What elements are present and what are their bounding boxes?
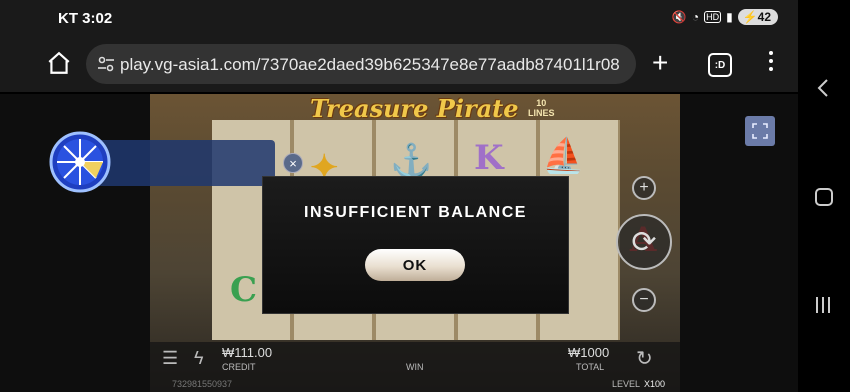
session-id: 732981550937	[172, 379, 233, 389]
home-nav-icon[interactable]	[815, 188, 833, 206]
total-label: TOTAL	[576, 362, 605, 372]
browser-toolbar: play.vg-asia1.com/7370ae2daed39b625347e8…	[0, 38, 798, 94]
phone-screen: KT 3:02 🔇 ◔ HD ▮ ⚡42 play.vg-asia1.com/7…	[0, 0, 798, 392]
win-label: WIN	[406, 362, 424, 372]
close-banner-icon[interactable]: ×	[283, 153, 303, 173]
mute-icon: 🔇	[671, 10, 687, 24]
k-symbol: K	[474, 138, 504, 178]
carrier-label: KT	[58, 10, 78, 27]
fullscreen-icon[interactable]	[745, 116, 775, 146]
total-value: ₩1000	[568, 345, 610, 360]
site-settings-icon[interactable]	[96, 54, 116, 74]
credit-label: CREDIT	[222, 362, 256, 372]
status-icons: 🔇 ◔ HD ▮ ⚡42	[672, 9, 778, 25]
status-clock: KT 3:02	[58, 10, 112, 27]
autospin-icon[interactable]: ↻	[636, 346, 653, 371]
c-symbol: C	[230, 270, 258, 310]
battery-badge: ⚡42	[737, 9, 778, 25]
ship-symbol: ⛵	[542, 137, 585, 175]
url-text[interactable]: play.vg-asia1.com/7370ae2daed39b625347e8…	[120, 55, 630, 75]
lines-badge: 10 LINES	[528, 98, 555, 118]
level-value: X100	[644, 379, 666, 389]
hd-icon: HD	[704, 11, 722, 23]
bet-decrease-button[interactable]: −	[632, 288, 656, 312]
credit-value: ₩111.00	[222, 345, 273, 360]
status-bar: KT 3:02 🔇 ◔ HD ▮ ⚡42	[0, 0, 798, 38]
signal-icon: ▮	[726, 10, 733, 24]
battery-level: 42	[757, 10, 771, 24]
home-icon[interactable]	[46, 50, 72, 76]
menu-icon[interactable]: ☰	[162, 348, 178, 369]
insufficient-balance-dialog: INSUFFICIENT BALANCE OK	[262, 176, 569, 314]
game-info-bar: ☰ ϟ ₩111.00 CREDIT WIN ₩1000 TOTAL ↻ 732…	[150, 342, 680, 392]
game-logo: Treasure Pirate	[310, 94, 519, 123]
recents-icon[interactable]	[815, 296, 831, 314]
time-label: 3:02	[82, 10, 113, 27]
spin-button[interactable]: ⟳	[616, 214, 672, 270]
android-nav-bar	[798, 0, 850, 392]
dialog-message: INSUFFICIENT BALANCE	[304, 204, 527, 221]
address-bar[interactable]: play.vg-asia1.com/7370ae2daed39b625347e8…	[86, 44, 636, 84]
back-icon[interactable]	[816, 78, 830, 98]
new-tab-icon[interactable]: +	[652, 49, 668, 77]
level-label: LEVEL	[612, 379, 641, 389]
ok-button[interactable]: OK	[365, 249, 465, 281]
bet-increase-button[interactable]: +	[632, 176, 656, 200]
tab-switcher-button[interactable]: :D	[708, 53, 732, 77]
turbo-icon[interactable]: ϟ	[194, 348, 204, 369]
prize-wheel-icon[interactable]	[49, 131, 111, 193]
wifi-icon: ◔	[691, 10, 700, 24]
more-menu-icon[interactable]	[768, 51, 774, 75]
